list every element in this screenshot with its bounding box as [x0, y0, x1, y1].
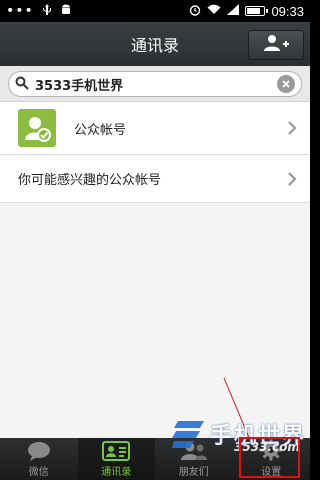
tab-label: 微信: [28, 467, 49, 478]
list-item-suggested-accounts[interactable]: 你可能感兴趣的公众帐号: [0, 155, 310, 203]
usb-icon: [42, 3, 52, 19]
tab-label: 朋友们: [178, 467, 209, 478]
search-icon: [15, 75, 29, 94]
chevron-right-icon: [288, 121, 297, 135]
signal-icon: [227, 4, 240, 18]
chevron-right-icon: [288, 171, 297, 186]
tab-label: 通讯录: [101, 467, 132, 478]
clock: 09:33: [271, 3, 304, 19]
list-item-label: 你可能感兴趣的公众帐号: [18, 173, 162, 188]
list-item-public-accounts[interactable]: 公众帐号: [0, 102, 310, 155]
add-contact-button[interactable]: [248, 30, 304, 60]
add-person-icon: [263, 34, 289, 56]
public-account-icon: [18, 109, 56, 147]
title-bar: 通讯录: [0, 22, 310, 66]
list-item-label: 公众帐号: [74, 122, 127, 138]
tab-chats[interactable]: 微信: [0, 438, 78, 480]
battery-icon: [245, 6, 269, 16]
settings-highlight-box: [239, 437, 300, 478]
search-query[interactable]: 3533手机世界: [35, 75, 277, 94]
close-icon: [282, 80, 290, 88]
android-icon: [60, 4, 72, 19]
contacts-content: 3533手机世界 公众帐号 你可能感兴趣的公众帐号: [0, 66, 310, 441]
more-notifications-icon: •••: [6, 3, 34, 19]
alarm-icon: [189, 4, 201, 19]
wifi-icon: [207, 4, 221, 18]
chat-bubble-icon: [27, 442, 50, 461]
tab-contacts[interactable]: 通讯录: [77, 438, 155, 480]
status-bar: ••• 09:33: [0, 0, 310, 22]
search-bar: 3533手机世界: [0, 66, 310, 102]
page-title: 通讯录: [130, 36, 179, 55]
watermark-logo-icon: [172, 421, 204, 448]
clear-search-button[interactable]: [277, 75, 295, 93]
search-input[interactable]: 3533手机世界: [8, 71, 302, 97]
contacts-card-icon: [102, 441, 131, 461]
